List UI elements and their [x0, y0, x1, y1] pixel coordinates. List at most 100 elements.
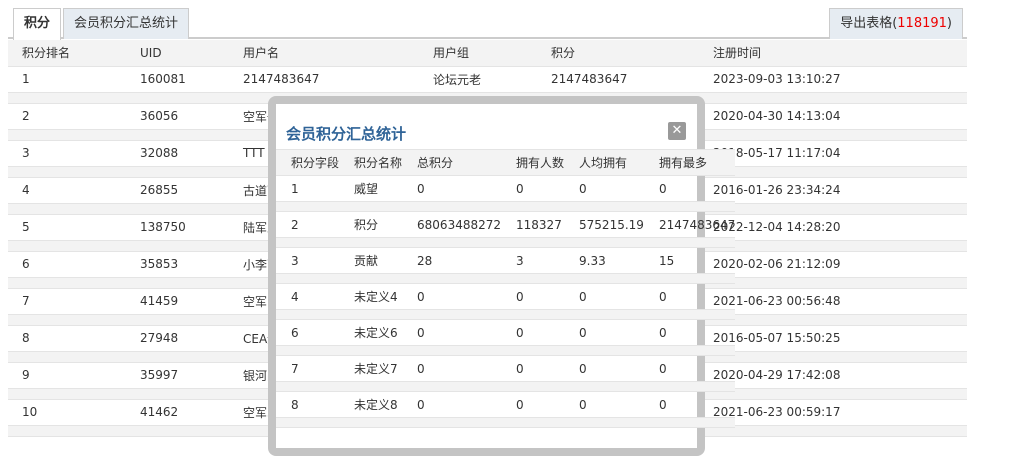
ranking-cell: 138750 — [126, 214, 229, 241]
ranking-cell: 36056 — [126, 103, 229, 130]
ranking-cell: 41462 — [126, 399, 229, 426]
summary-cell: 3 — [276, 247, 340, 274]
ranking-cell: 2020-04-29 17:42:08 — [699, 362, 967, 389]
modal-title: 会员积分汇总统计 — [286, 125, 407, 143]
row-spacer — [276, 273, 736, 284]
summary-cell: 0 — [643, 175, 736, 202]
ranking-cell: 9 — [8, 362, 126, 389]
ranking-header-5: 注册时间 — [699, 40, 967, 67]
row-spacer — [276, 237, 736, 248]
ranking-cell: 2018-05-17 11:17:04 — [699, 140, 967, 167]
spacer-cell — [276, 345, 736, 356]
ranking-cell: 8 — [8, 325, 126, 352]
ranking-cell: 2023-09-03 13:10:27 — [699, 66, 967, 93]
ranking-cell: 2022-12-04 14:28:20 — [699, 214, 967, 241]
ranking-header-1: UID — [126, 40, 229, 67]
summary-cell: 0 — [402, 283, 502, 310]
summary-cell: 0 — [501, 175, 565, 202]
ranking-cell: 35853 — [126, 251, 229, 278]
row-spacer — [276, 345, 736, 356]
summary-cell: 9.33 — [564, 247, 644, 274]
summary-cell: 4 — [276, 283, 340, 310]
ranking-header-0: 积分排名 — [8, 40, 126, 67]
summary-cell: 0 — [643, 319, 736, 346]
summary-cell: 6 — [276, 319, 340, 346]
spacer-cell — [276, 273, 736, 284]
export-label: 导出表格( — [840, 16, 898, 31]
summary-modal: 会员积分汇总统计 ✕ 积分字段 积分名称 总积分 拥有人数 人均拥有 拥有最多 1 威望 0 0… — [268, 96, 736, 456]
summary-row: 6 未定义6 0 0 0 0 — [276, 319, 736, 346]
summary-cell: 未定义7 — [339, 355, 403, 382]
summary-header-4: 人均拥有 — [564, 149, 644, 176]
ranking-cell: 160081 — [126, 66, 229, 93]
summary-cell: 0 — [564, 319, 644, 346]
ranking-cell: 27948 — [126, 325, 229, 352]
summary-header-5: 拥有最多 — [643, 149, 736, 176]
summary-cell: 0 — [402, 175, 502, 202]
summary-cell: 0 — [643, 283, 736, 310]
summary-cell: 0 — [501, 355, 565, 382]
tab-member-points-summary[interactable]: 会员积分汇总统计 — [63, 8, 190, 39]
summary-cell: 0 — [501, 319, 565, 346]
ranking-cell: 5 — [8, 214, 126, 241]
summary-cell: 28 — [402, 247, 502, 274]
summary-cell: 未定义4 — [339, 283, 403, 310]
summary-header-1: 积分名称 — [339, 149, 403, 176]
summary-cell: 0 — [402, 391, 502, 418]
spacer-cell — [276, 201, 736, 212]
export-suffix: ) — [946, 16, 952, 31]
summary-cell: 0 — [564, 355, 644, 382]
ranking-cell: 7 — [8, 288, 126, 315]
tab-bar: 积分 会员积分汇总统计 导出表格(118191) — [8, 0, 967, 40]
summary-cell: 0 — [402, 355, 502, 382]
row-spacer — [276, 201, 736, 212]
summary-cell: 0 — [643, 391, 736, 418]
ranking-header-4: 积分 — [537, 40, 699, 67]
summary-cell: 0 — [501, 283, 565, 310]
row-spacer — [276, 417, 736, 428]
summary-cell: 8 — [276, 391, 340, 418]
ranking-cell: 2021-06-23 00:56:48 — [699, 288, 967, 315]
ranking-cell: 论坛元老 — [419, 66, 537, 93]
ranking-cell: 3 — [8, 140, 126, 167]
ranking-cell: 2021-06-23 00:59:17 — [699, 399, 967, 426]
summary-row: 7 未定义7 0 0 0 0 — [276, 355, 736, 382]
summary-cell: 1 — [276, 175, 340, 202]
ranking-cell: 32088 — [126, 140, 229, 167]
summary-cell: 0 — [564, 175, 644, 202]
ranking-cell: 35997 — [126, 362, 229, 389]
summary-cell: 威望 — [339, 175, 403, 202]
spacer-cell — [276, 237, 736, 248]
summary-cell: 3 — [501, 247, 565, 274]
summary-cell: 贡献 — [339, 247, 403, 274]
ranking-cell: 2020-02-06 21:12:09 — [699, 251, 967, 278]
summary-header-2: 总积分 — [402, 149, 502, 176]
ranking-cell: 10 — [8, 399, 126, 426]
summary-cell: 未定义6 — [339, 319, 403, 346]
spacer-cell — [276, 417, 736, 428]
row-spacer — [276, 381, 736, 392]
ranking-cell: 6 — [8, 251, 126, 278]
tab-points[interactable]: 积分 — [13, 8, 62, 40]
summary-cell: 0 — [564, 283, 644, 310]
ranking-cell: 2016-05-07 15:50:25 — [699, 325, 967, 352]
summary-header-3: 拥有人数 — [501, 149, 565, 176]
ranking-cell: 2016-01-26 23:34:24 — [699, 177, 967, 204]
summary-cell: 0 — [402, 319, 502, 346]
export-table-button[interactable]: 导出表格(118191) — [829, 8, 963, 39]
ranking-cell: 2 — [8, 103, 126, 130]
summary-row: 8 未定义8 0 0 0 0 — [276, 391, 736, 418]
close-icon[interactable]: ✕ — [668, 122, 686, 140]
summary-cell: 0 — [501, 391, 565, 418]
ranking-cell: 1 — [8, 66, 126, 93]
summary-cell: 15 — [643, 247, 736, 274]
summary-cell: 2 — [276, 211, 340, 238]
ranking-header-3: 用户组 — [419, 40, 537, 67]
ranking-row: 1 160081 2147483647 论坛元老 2147483647 2023-09-0… — [8, 66, 967, 93]
summary-row: 1 威望 0 0 0 0 — [276, 175, 736, 202]
ranking-cell: 2147483647 — [229, 66, 419, 93]
summary-cell: 575215.19 — [564, 211, 644, 238]
summary-cell: 7 — [276, 355, 340, 382]
ranking-cell: 26855 — [126, 177, 229, 204]
summary-cell: 0 — [643, 355, 736, 382]
